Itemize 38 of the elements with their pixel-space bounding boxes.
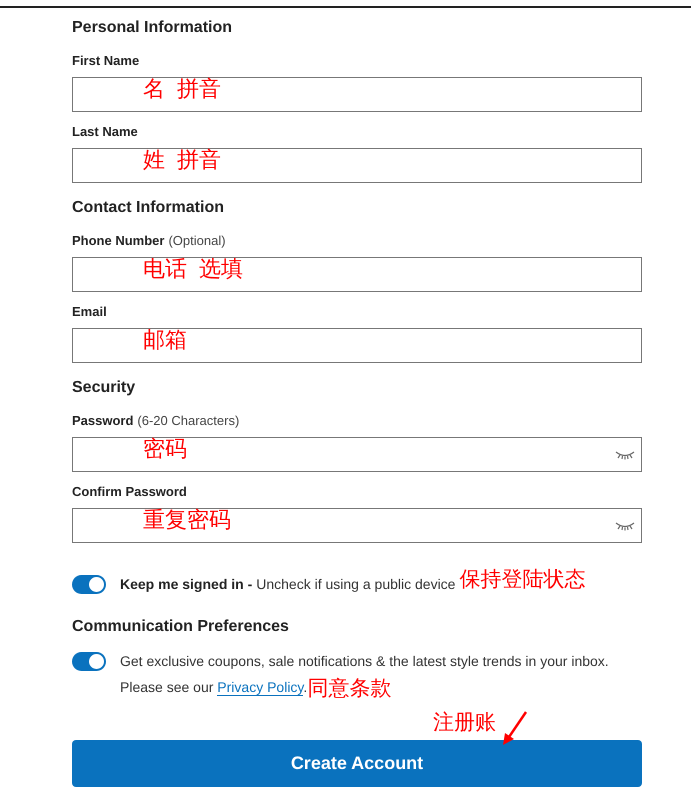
eye-closed-icon[interactable] <box>615 520 635 530</box>
input-field[interactable]: 电话 选填 <box>72 257 642 292</box>
field-label: Phone Number <box>72 233 164 249</box>
field-label: Password <box>72 413 134 429</box>
section-heading: Contact Information <box>72 198 225 218</box>
input-field[interactable]: 密码 <box>72 437 642 472</box>
annotation-text: 姓 拼音 <box>143 146 222 174</box>
create-account-button[interactable]: Create Account <box>72 740 642 787</box>
annotation-text: 电话 选填 <box>143 255 244 283</box>
eye-closed-icon[interactable] <box>615 450 635 460</box>
field-label: Last Name <box>72 124 138 140</box>
privacy-policy-link[interactable]: Privacy Policy <box>217 679 304 696</box>
field-hint: (Optional) <box>168 233 226 249</box>
arrow-icon <box>502 711 528 746</box>
input-field[interactable]: 姓 拼音 <box>72 148 642 183</box>
field-label: Confirm Password <box>72 484 187 500</box>
input-field[interactable]: 重复密码 <box>72 508 642 543</box>
toggle-switch[interactable] <box>72 575 106 594</box>
field-hint: (6-20 Characters) <box>137 413 240 429</box>
toggle-switch[interactable] <box>72 652 106 671</box>
annotation-text: 邮箱 <box>143 326 187 354</box>
privacy-note: Please see our Privacy Policy. <box>120 678 308 698</box>
annotation-text: 注册账 <box>433 710 496 736</box>
consent-text: Get exclusive coupons, sale notifications & the latest style trends in your inbox. <box>120 652 609 671</box>
field-label: First Name <box>72 53 140 69</box>
toggle-description: Uncheck if using a public device <box>256 575 456 594</box>
annotation-text: 密码 <box>143 435 187 463</box>
input-field[interactable]: 名 拼音 <box>72 77 642 112</box>
field-label: Email <box>72 304 107 320</box>
annotation-text: 重复密码 <box>143 506 231 534</box>
section-heading: Security <box>72 378 136 398</box>
annotation-text: 同意条款 <box>307 676 392 702</box>
input-field[interactable]: 邮箱 <box>72 328 642 363</box>
annotation-text: 保持登陆状态 <box>459 566 586 592</box>
toggle-label: Keep me signed in - <box>120 575 252 594</box>
section-heading: Personal Information <box>72 18 234 38</box>
annotation-text: 名 拼音 <box>143 75 222 103</box>
section-heading: Communication Preferences <box>72 617 290 637</box>
